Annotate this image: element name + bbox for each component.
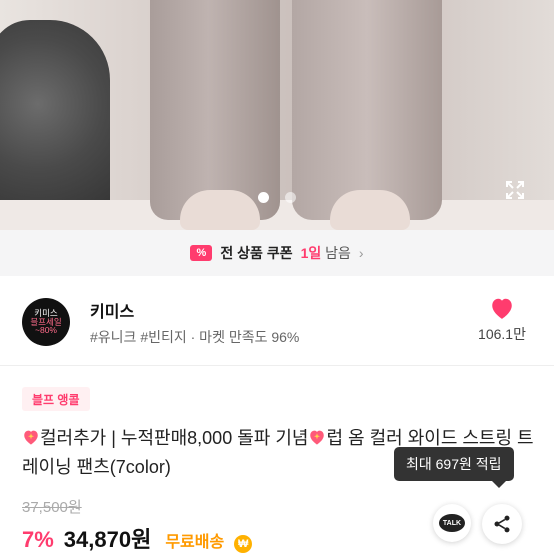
sock-right [330, 190, 410, 230]
seller-logo-line-3: ~80% [35, 325, 57, 336]
chevron-right-icon: › [358, 245, 364, 261]
carousel-indicator [258, 192, 296, 203]
chat-button[interactable]: TALK [433, 504, 471, 542]
product-title-part-1: 컬러추가 | 누적판매8,000 돌파 기념 [40, 428, 309, 448]
coupon-banner[interactable]: % 전 상품 쿠폰 1일 남음 › [0, 230, 554, 276]
seller-logo[interactable]: 키미스 블프세일 ~80% [22, 298, 70, 346]
seller-row[interactable]: 키미스 블프세일 ~80% 키미스 #유니크 #빈티지 · 마켓 만족도 96%… [0, 276, 554, 366]
pants-right-leg [292, 0, 442, 220]
sparkling-heart-icon [24, 430, 38, 445]
sock-left [180, 190, 260, 230]
share-icon [494, 515, 510, 533]
carousel-dot-active[interactable] [258, 192, 269, 203]
heart-icon [492, 298, 512, 319]
event-badge: 블프 앵콜 [22, 387, 90, 411]
coupon-remaining-suffix: 남음 [325, 245, 351, 261]
coupon-remaining-days: 1일 [300, 245, 322, 261]
coupon-label: 전 상품 쿠폰 [220, 245, 293, 261]
product-image-carousel[interactable] [0, 0, 554, 230]
seller-name[interactable]: 키미스 [90, 298, 134, 322]
pants-left-leg [150, 0, 280, 220]
sparkling-heart-icon [310, 430, 325, 445]
share-button[interactable] [482, 504, 522, 544]
free-shipping-label: 무료배송 [165, 534, 225, 551]
like-button[interactable]: 106.1만 [472, 296, 532, 344]
seller-tags: #유니크 #빈티지 · 마켓 만족도 96% [90, 329, 300, 345]
coupon-icon: % [190, 245, 213, 261]
carousel-dot[interactable] [285, 192, 296, 203]
price-row: 7% 34,870원 무료배송 ₩ [22, 522, 253, 554]
expand-icon[interactable] [503, 178, 527, 202]
points-tooltip: 최대 697원 적립 [394, 447, 514, 488]
sale-price: 34,870원 [63, 527, 152, 552]
fur-cushion [0, 20, 110, 230]
original-price: 37,500원 [22, 499, 82, 516]
like-count: 106.1만 [478, 326, 526, 342]
discount-rate: 7% [22, 527, 54, 552]
talk-icon: TALK [439, 514, 465, 532]
shipping-info-icon[interactable]: ₩ [234, 535, 253, 553]
